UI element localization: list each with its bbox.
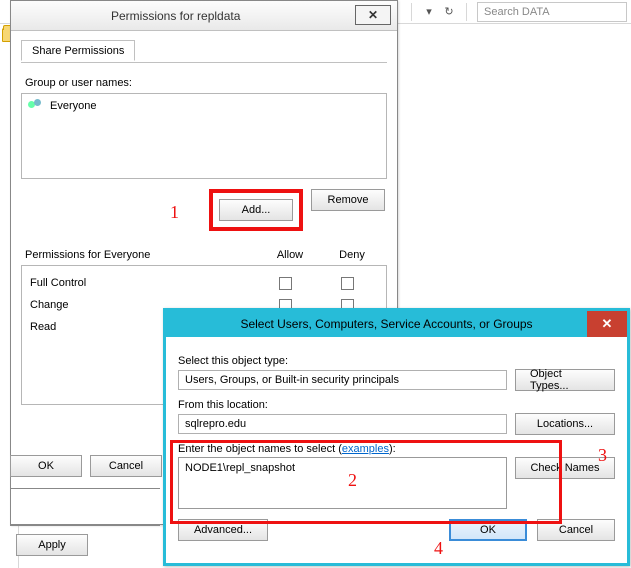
cancel-button[interactable]: Cancel	[90, 455, 162, 477]
examples-link[interactable]: examples	[342, 443, 389, 455]
allow-checkbox[interactable]	[279, 277, 292, 290]
callout-4: 4	[434, 538, 443, 559]
window-edge	[10, 488, 160, 526]
list-item[interactable]: Everyone	[26, 98, 382, 114]
label-text: Enter the object names to select (	[178, 443, 342, 455]
apply-button[interactable]: Apply	[16, 534, 88, 556]
tabstrip: Share Permissions	[21, 39, 387, 63]
group-icon	[28, 99, 44, 113]
permissions-for-label: Permissions for Everyone	[25, 249, 259, 261]
callout-3: 3	[598, 445, 607, 466]
divider	[466, 3, 467, 21]
add-highlight-box: Add...	[209, 189, 303, 231]
location-label: From this location:	[178, 399, 615, 411]
object-names-label: Enter the object names to select (exampl…	[178, 443, 615, 455]
ok-button[interactable]: OK	[449, 519, 527, 541]
col-deny: Deny	[321, 249, 383, 261]
remove-button[interactable]: Remove	[311, 189, 385, 211]
group-names-label: Group or user names:	[25, 77, 383, 89]
select-users-dialog: Select Users, Computers, Service Account…	[163, 308, 630, 566]
object-types-button[interactable]: Object Types...	[515, 369, 615, 391]
dialog-title: Permissions for repldata	[111, 9, 240, 23]
callout-2: 2	[348, 470, 357, 491]
cancel-button[interactable]: Cancel	[537, 519, 615, 541]
group-name: Everyone	[50, 100, 96, 112]
location-field[interactable]: sqlrepro.edu	[178, 414, 507, 434]
group-names-list[interactable]: Everyone	[21, 93, 387, 179]
object-type-label: Select this object type:	[178, 355, 615, 367]
object-names-input[interactable]: NODE1\repl_snapshot	[178, 457, 507, 509]
dialog-title: Select Users, Computers, Service Account…	[240, 317, 532, 331]
perm-name: Full Control	[30, 277, 254, 289]
dialog-titlebar[interactable]: Select Users, Computers, Service Account…	[166, 311, 627, 337]
deny-checkbox[interactable]	[341, 277, 354, 290]
dialog-buttons: OK Cancel	[10, 455, 162, 477]
perm-row: Full Control	[30, 272, 378, 294]
ok-button[interactable]: OK	[10, 455, 82, 477]
col-allow: Allow	[259, 249, 321, 261]
nav-down-icon[interactable]: ▾	[422, 5, 436, 19]
label-text: ):	[389, 443, 396, 455]
object-type-field[interactable]: Users, Groups, or Built-in security prin…	[178, 370, 507, 390]
callout-1: 1	[170, 202, 179, 223]
advanced-button[interactable]: Advanced...	[178, 519, 268, 541]
divider	[411, 3, 412, 21]
add-button[interactable]: Add...	[219, 199, 293, 221]
locations-button[interactable]: Locations...	[515, 413, 615, 435]
close-button[interactable]: ✕	[355, 5, 391, 25]
dialog-titlebar[interactable]: Permissions for repldata ✕	[11, 1, 397, 31]
apply-row: Apply	[16, 534, 88, 556]
close-button[interactable]: ✕	[587, 311, 627, 337]
refresh-icon[interactable]: ↻	[442, 5, 456, 19]
search-input[interactable]: Search DATA	[477, 2, 627, 22]
tab-share-permissions[interactable]: Share Permissions	[21, 40, 135, 61]
